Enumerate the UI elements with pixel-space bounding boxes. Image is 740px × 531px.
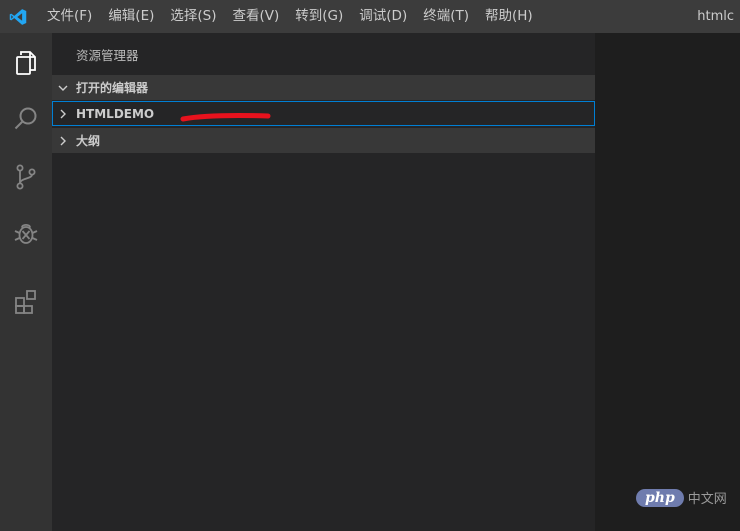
chevron-right-icon xyxy=(57,135,69,147)
section-label: 大纲 xyxy=(76,134,101,148)
section-htmldemo[interactable]: HTMLDEMO xyxy=(52,101,595,126)
php-watermark: php 中文网 xyxy=(636,488,727,507)
explorer-sidebar: 资源管理器 打开的编辑器 HTMLDEMO 大纲 xyxy=(52,33,595,531)
extensions-icon[interactable] xyxy=(0,273,52,329)
menu-bar: 文件(F) 编辑(E) 选择(S) 查看(V) 转到(G) 调试(D) 终端(T… xyxy=(39,0,541,33)
menu-debug[interactable]: 调试(D) xyxy=(351,0,415,33)
section-outline[interactable]: 大纲 xyxy=(52,128,595,153)
window-title: htmlc xyxy=(697,9,734,24)
vscode-logo-icon xyxy=(3,0,33,33)
menu-edit[interactable]: 编辑(E) xyxy=(100,0,162,33)
section-label: HTMLDEMO xyxy=(76,106,155,121)
menu-file[interactable]: 文件(F) xyxy=(39,0,100,33)
sidebar-title: 资源管理器 xyxy=(76,48,139,63)
section-label: 打开的编辑器 xyxy=(76,81,149,95)
activity-bar xyxy=(0,33,52,531)
red-annotation-mark xyxy=(180,108,275,127)
watermark-logo: php xyxy=(636,488,684,507)
editor-area xyxy=(595,33,740,531)
search-icon[interactable] xyxy=(0,91,52,147)
source-control-icon[interactable] xyxy=(0,149,52,205)
menu-selection[interactable]: 选择(S) xyxy=(162,0,224,33)
title-bar: 文件(F) 编辑(E) 选择(S) 查看(V) 转到(G) 调试(D) 终端(T… xyxy=(0,0,740,33)
chevron-down-icon xyxy=(57,82,69,94)
debug-icon[interactable] xyxy=(0,205,52,261)
menu-help[interactable]: 帮助(H) xyxy=(477,0,541,33)
chevron-right-icon xyxy=(57,108,69,120)
files-icon[interactable] xyxy=(0,35,52,91)
watermark-text: 中文网 xyxy=(687,492,727,507)
menu-go[interactable]: 转到(G) xyxy=(287,0,351,33)
menu-terminal[interactable]: 终端(T) xyxy=(415,0,477,33)
menu-view[interactable]: 查看(V) xyxy=(225,0,288,33)
section-open-editors[interactable]: 打开的编辑器 xyxy=(52,75,595,100)
